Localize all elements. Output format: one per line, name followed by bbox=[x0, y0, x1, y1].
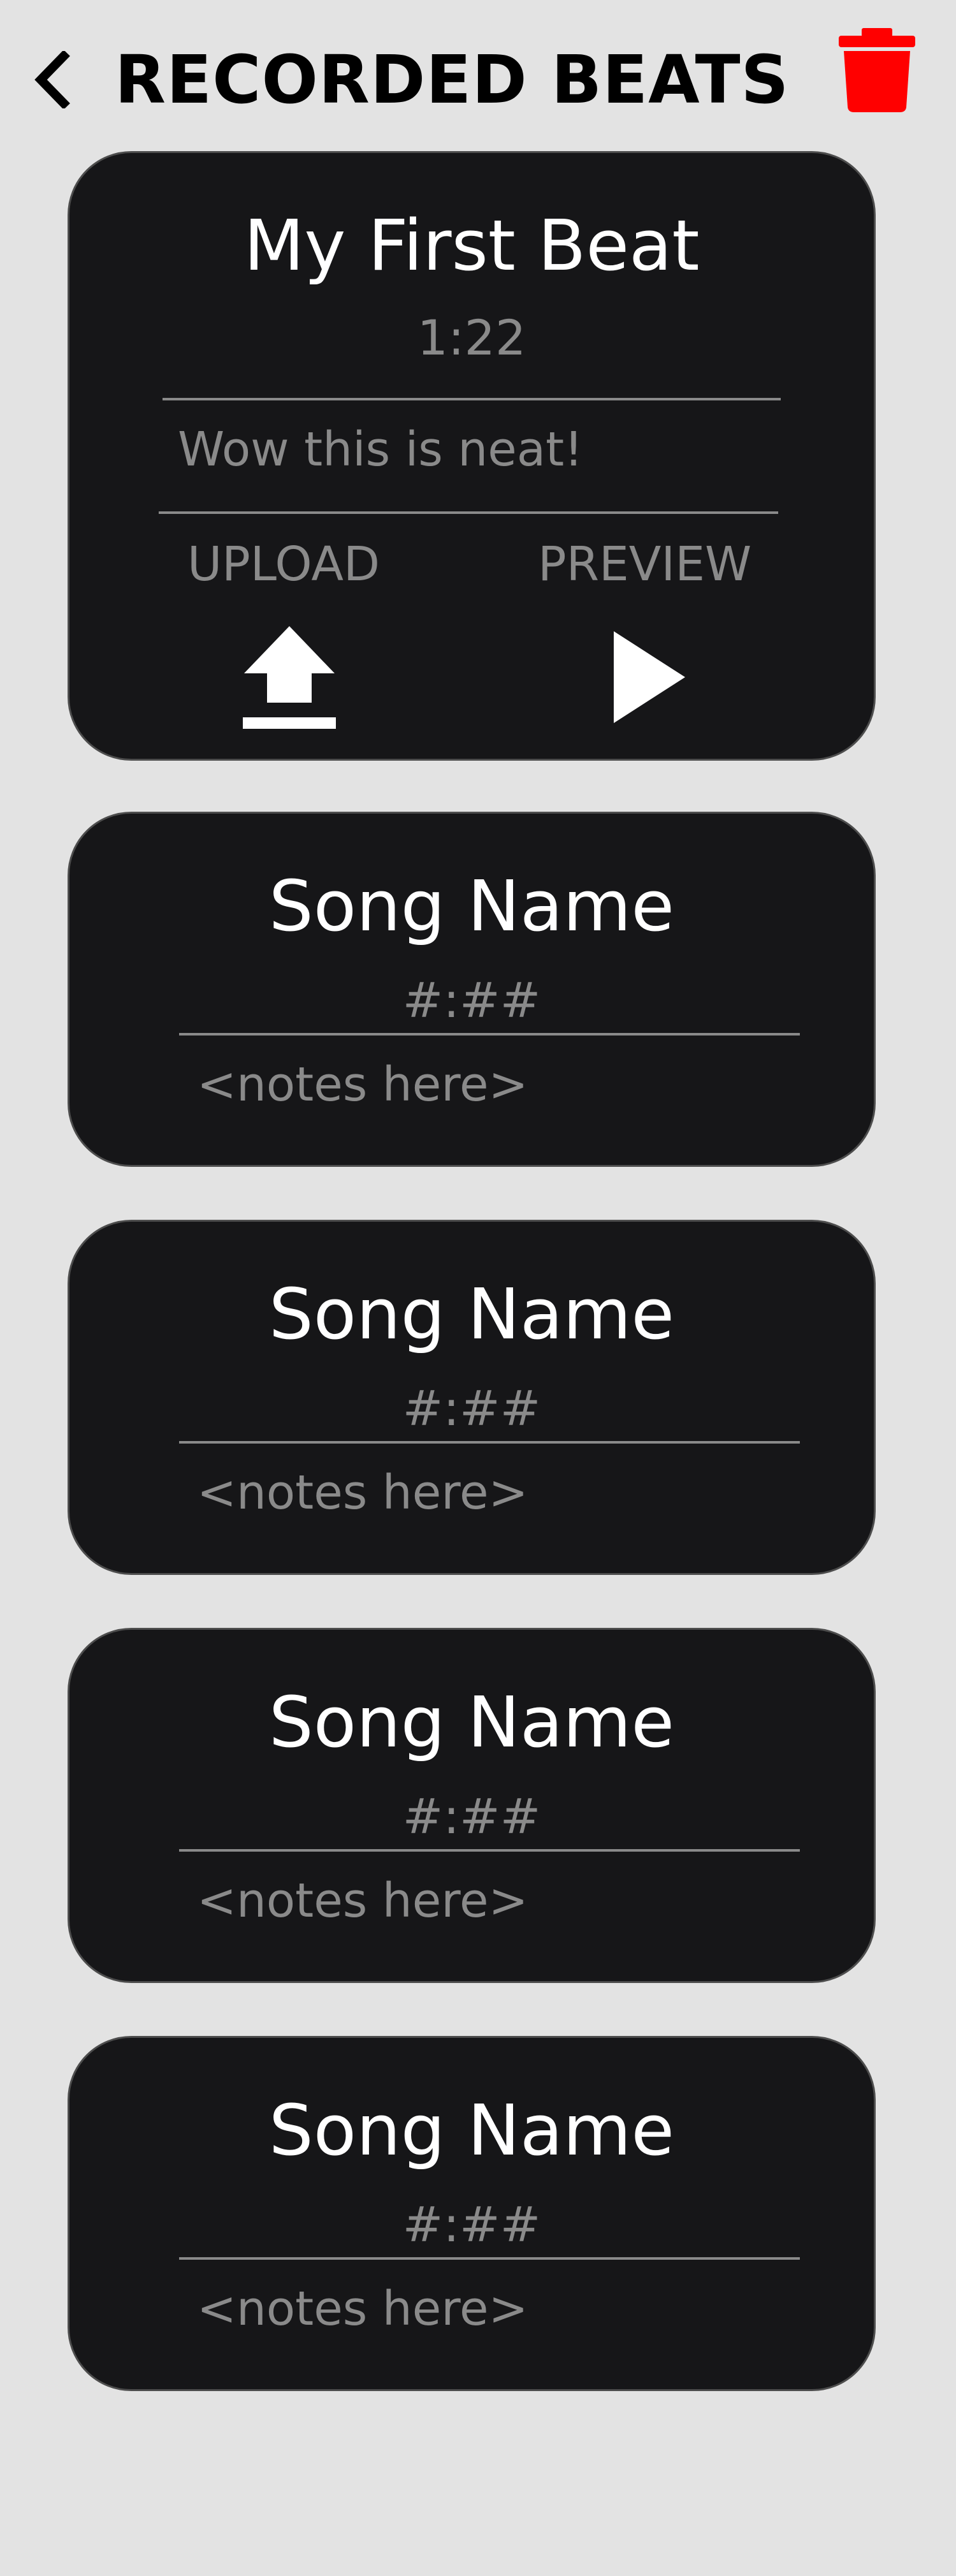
beat-notes: <notes here> bbox=[197, 2281, 528, 2336]
beat-duration: #:## bbox=[402, 1380, 541, 1437]
delete-button[interactable] bbox=[836, 27, 918, 113]
preview-label: PREVIEW bbox=[538, 537, 752, 592]
divider bbox=[163, 398, 781, 400]
beat-card[interactable]: My First Beat 1:22 Wow this is neat! UPL… bbox=[68, 151, 876, 761]
divider bbox=[179, 1033, 800, 1036]
recorded-beats-screen: RECORDED BEATS My First Beat 1:22 Wow th… bbox=[0, 0, 956, 2576]
beat-title: Song Name bbox=[268, 1273, 675, 1355]
chevron-left-icon bbox=[34, 51, 70, 108]
divider bbox=[179, 1441, 800, 1444]
beat-duration: #:## bbox=[402, 1788, 541, 1845]
divider bbox=[179, 1849, 800, 1852]
beat-title: Song Name bbox=[268, 1681, 675, 1763]
upload-label: UPLOAD bbox=[187, 537, 380, 592]
back-button[interactable] bbox=[27, 45, 78, 115]
beat-title: My First Beat bbox=[243, 205, 700, 286]
play-icon bbox=[614, 631, 685, 723]
beat-card[interactable]: Song Name #:## <notes here> bbox=[68, 1628, 876, 1983]
beat-card[interactable]: Song Name #:## <notes here> bbox=[68, 812, 876, 1167]
beat-notes: <notes here> bbox=[197, 1057, 528, 1112]
beat-notes: <notes here> bbox=[197, 1465, 528, 1520]
beat-notes: Wow this is neat! bbox=[178, 422, 583, 477]
upload-icon bbox=[243, 626, 336, 729]
preview-button[interactable] bbox=[611, 630, 688, 724]
trash-icon bbox=[839, 28, 915, 112]
beat-notes: <notes here> bbox=[197, 1873, 528, 1928]
divider bbox=[179, 2257, 800, 2260]
beat-card[interactable]: Song Name #:## <notes here> bbox=[68, 2036, 876, 2391]
page-title: RECORDED BEATS bbox=[115, 41, 790, 119]
upload-button[interactable] bbox=[242, 625, 337, 733]
beat-duration: #:## bbox=[402, 972, 541, 1028]
beat-duration: #:## bbox=[402, 2196, 541, 2253]
beat-title: Song Name bbox=[268, 865, 675, 947]
beat-duration: 1:22 bbox=[417, 309, 526, 366]
beat-card[interactable]: Song Name #:## <notes here> bbox=[68, 1220, 876, 1575]
divider bbox=[159, 511, 778, 514]
beat-title: Song Name bbox=[268, 2089, 675, 2171]
